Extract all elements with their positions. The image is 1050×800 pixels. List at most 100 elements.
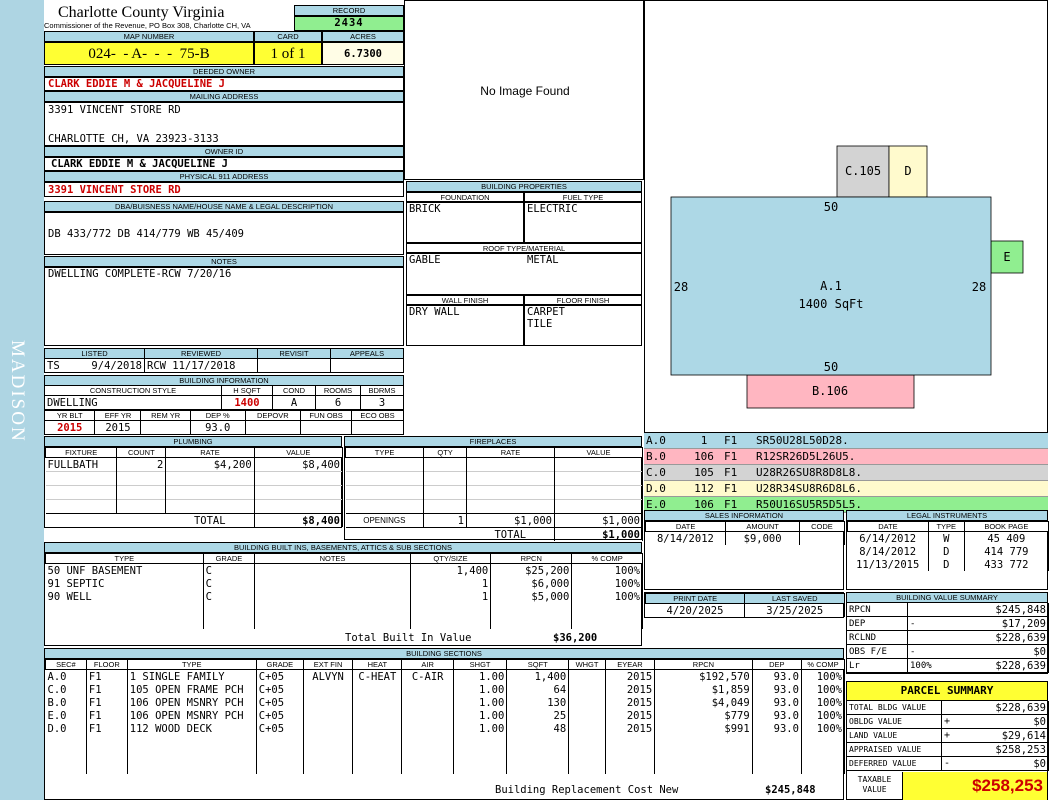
sketch-legend-row: D.0 112 F1 U28R34SU8R6D8L6. — [644, 481, 1048, 497]
plumbing-col-rate: RATE — [165, 447, 255, 458]
dates-box: PRINT DATE LAST SAVED 4/20/2025 3/25/202… — [644, 592, 845, 618]
sketch-e-label: E — [1003, 250, 1010, 264]
sections-sqft: 64 — [506, 683, 570, 696]
sales-col-code: CODE — [798, 521, 846, 532]
value-summary-title: BUILDING VALUE SUMMARY — [847, 593, 1047, 603]
dep-value: 93.0 — [190, 420, 246, 435]
parcel-row-sign: + — [944, 716, 951, 727]
builtins-col-type: TYPE — [45, 553, 204, 564]
dba-value: DB 433/772 DB 414/779 WB 45/409 — [48, 228, 244, 240]
fireplaces-total-value: $1,000 — [554, 527, 644, 541]
dep-label: DEP % — [189, 410, 246, 421]
physical-address-label: PHYSICAL 911 ADDRESS — [44, 171, 404, 182]
sketch-legend-row: A.0 1 F1 SR50U28L50D28. — [644, 433, 1048, 449]
sections-eyear: 2015 — [605, 683, 656, 696]
sections-grade: C+05 — [256, 696, 304, 709]
fireplaces-openings-rate: $1,000 — [466, 513, 555, 528]
sections-comp: 100% — [801, 696, 846, 709]
sections-rpcn: $991 — [654, 722, 753, 735]
sections-col-eyear: EYEAR — [604, 659, 656, 670]
plumbing-col-value: VALUE — [253, 447, 344, 458]
taxable-value: $258,253 — [903, 772, 1047, 800]
plumbing-fixture: FULLBATH — [45, 457, 118, 472]
sketch-legend-num: 105 — [694, 466, 714, 479]
builtins-total-label: Total Built In Value — [345, 632, 472, 644]
appeals-value — [330, 358, 404, 373]
physical-address-value: 3391 VINCENT STORE RD — [44, 182, 404, 197]
sections-eyear: 2015 — [605, 669, 656, 683]
builtins-qty-2: 1 — [410, 577, 492, 590]
sections-grade: C+05 — [256, 669, 304, 683]
builtins-notes-3 — [254, 590, 411, 603]
sections-rpcn: $192,570 — [654, 669, 753, 683]
revisit-label: REVISIT — [257, 348, 331, 359]
plumbing-col-fixture: FIXTURE — [44, 447, 118, 458]
plumbing-value: $8,400 — [254, 457, 344, 472]
sections-col-comp: % COMP — [800, 659, 846, 670]
sections-dep: 93.0 — [752, 696, 802, 709]
roof-type-value: GABLE — [409, 254, 441, 266]
legal-page-1: 409 — [1006, 532, 1026, 545]
sections-comp: 100% — [801, 669, 846, 683]
builtins-total-value: $36,200 — [553, 632, 598, 644]
value-summary-value: $0 — [952, 644, 1049, 659]
construction-style-value: DWELLING — [44, 395, 222, 410]
floor-finish-label: FLOOR FINISH — [524, 295, 642, 305]
legal-book-1: 45 — [987, 532, 1001, 545]
sections-ext — [303, 696, 354, 709]
map-number-label: MAP NUMBER — [44, 31, 254, 42]
sales-amount: $9,000 — [725, 531, 800, 545]
value-summary-sign — [908, 603, 953, 617]
plumbing-col-count: COUNT — [116, 447, 167, 458]
sketch-legend-path: U28R26SU8R8D8L8. — [756, 466, 862, 479]
value-summary-sign — [908, 631, 953, 645]
building-info-title: BUILDING INFORMATION — [44, 375, 404, 386]
value-summary-value: $228,639 — [952, 630, 1049, 645]
owner-id-label: OWNER ID — [44, 146, 404, 157]
notes-value: DWELLING COMPLETE-RCW 7/20/16 — [48, 268, 232, 280]
parcel-row-sign: - — [944, 758, 951, 769]
print-date-value: 4/20/2025 — [645, 603, 746, 617]
sections-ext — [303, 709, 354, 722]
sections-rpcn: $1,859 — [654, 683, 753, 696]
ecoobs-label: ECO OBS — [351, 410, 404, 421]
legal-box: LEGAL INSTRUMENTS DATE TYPE BOOK PAGE 6/… — [846, 510, 1050, 590]
fireplaces-box: FIREPLACES TYPE QTY RATE VALUE OPENINGS … — [344, 436, 644, 541]
rooms-label: ROOMS — [315, 385, 361, 396]
foundation-box: BRICK — [406, 202, 524, 243]
builtins-grade-3: C — [203, 590, 256, 603]
sections-sec: D.0 — [45, 722, 87, 735]
sections-col-grade: GRADE — [255, 659, 304, 670]
sections-ext: ALVYN — [303, 669, 354, 683]
sketch-legend-floor: F1 — [724, 450, 738, 463]
sections-dep: 93.0 — [752, 669, 802, 683]
county-title: Charlotte County Virginia — [58, 4, 225, 21]
listing-box: LISTED REVIEWED REVISIT APPEALS TS 9/4/2… — [44, 348, 404, 373]
parcel-summary-box: PARCEL SUMMARY TOTAL BLDG VALUE $228,639 O… — [846, 681, 1049, 800]
sections-dep: 93.0 — [752, 722, 802, 735]
sections-col-air: AIR — [401, 659, 454, 670]
sketch-panel: C.105 D E B.106 A.1 1400 SqFt 50 50 28 2… — [644, 0, 1048, 433]
value-summary-sign: - — [910, 646, 916, 657]
parcel-row-value: $0 — [960, 714, 1049, 729]
sections-sec: B.0 — [45, 696, 87, 709]
builtins-col-qty: QTY/SIZE — [409, 553, 492, 564]
legal-book-page-1: 45 409 — [964, 531, 1050, 545]
plumbing-rate: $4,200 — [165, 457, 255, 472]
legal-book-page-3: 433 772 — [964, 558, 1050, 571]
sketch-right-dim: 28 — [972, 280, 986, 294]
fireplaces-col-qty: QTY — [423, 447, 467, 458]
sections-sqft: 25 — [506, 709, 570, 722]
sections-whgt — [568, 683, 606, 696]
remyr-label: REM YR — [140, 410, 191, 421]
builtins-col-comp: % COMP — [571, 553, 643, 564]
sales-col-amount: AMOUNT — [725, 521, 800, 532]
floor-finish-value-1: CARPET — [527, 306, 565, 318]
sketch-legend-code: C.0 — [646, 466, 666, 479]
builtins-col-rpcn: RPCN — [490, 553, 573, 564]
legal-title: LEGAL INSTRUMENTS — [847, 511, 1047, 521]
wall-finish-value: DRY WALL — [409, 306, 460, 318]
builtins-rpcn-2: $6,000 — [490, 577, 573, 590]
sketch-main-label: A.1 — [820, 279, 842, 293]
sections-comp: 100% — [801, 722, 846, 735]
